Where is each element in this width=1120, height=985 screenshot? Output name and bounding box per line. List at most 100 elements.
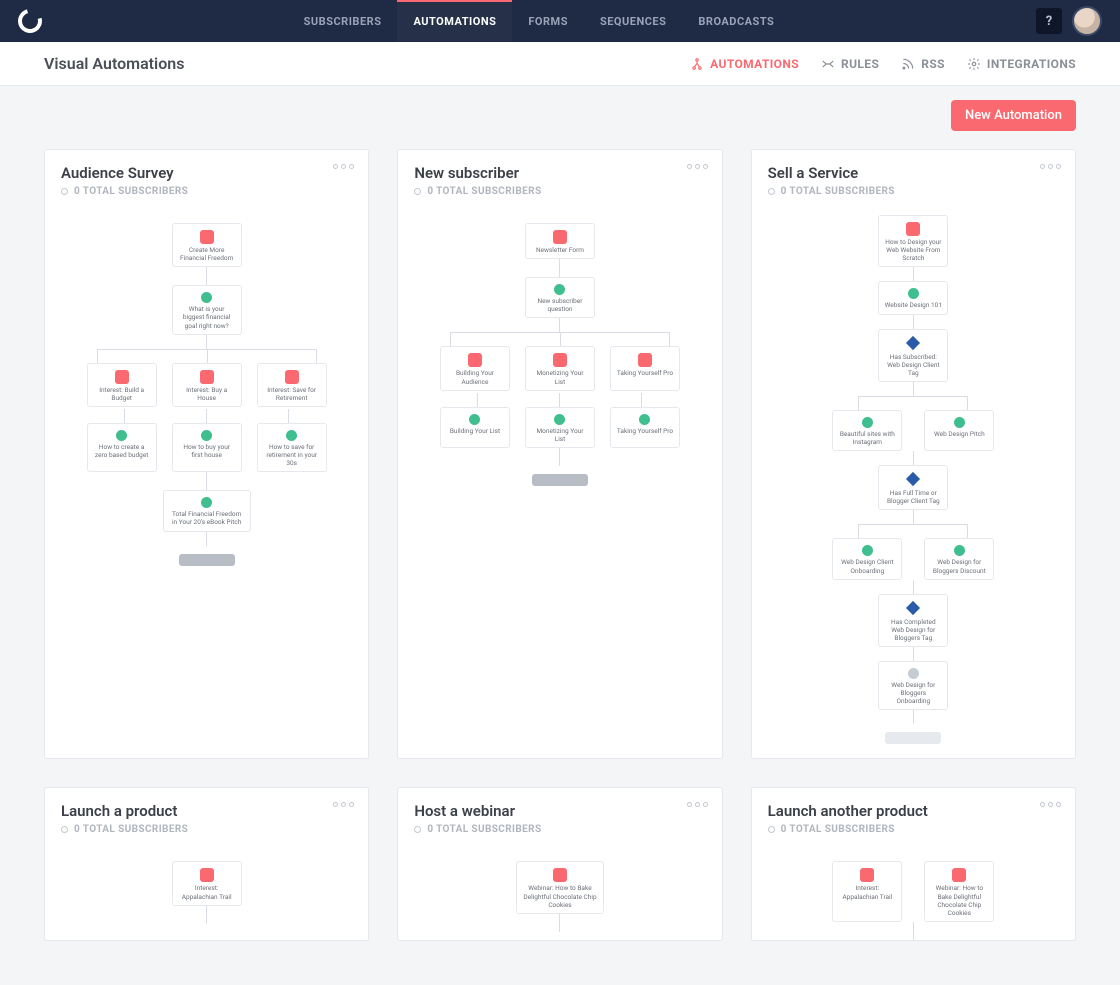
status-dot-icon [414, 188, 421, 195]
flow-node-sequence: Beautiful sites with Instagram [832, 410, 902, 451]
node-label: Web Design for Bloggers Onboarding [891, 681, 935, 705]
flow-node-event: What is your biggest financial goal righ… [172, 285, 242, 334]
flow-canvas: Newsletter Form New subscriber question … [398, 205, 721, 758]
avatar[interactable] [1072, 6, 1102, 36]
automation-grid: Audience Survey 0 TOTAL SUBSCRIBERS Crea… [0, 131, 1120, 985]
subtab-label: RSS [921, 57, 945, 71]
status-dot-icon [61, 188, 68, 195]
sequence-circle-icon [954, 545, 965, 556]
card-subscribers: 0 TOTAL SUBSCRIBERS [414, 186, 705, 197]
automation-card[interactable]: Launch a product 0 TOTAL SUBSCRIBERS Int… [44, 787, 369, 941]
card-sub-text: 0 TOTAL SUBSCRIBERS [427, 186, 541, 197]
subtabs: AUTOMATIONS RULES RSS INTEGRATIONS [690, 57, 1076, 71]
card-head: Launch another product 0 TOTAL SUBSCRIBE… [752, 788, 1075, 843]
node-label: Monetizing Your List [536, 427, 583, 443]
nav-right: ? [1036, 6, 1102, 36]
node-label: Create More Financial Freedom [180, 246, 233, 262]
event-circle-icon [554, 284, 565, 295]
nav-subscribers[interactable]: SUBSCRIBERS [288, 0, 398, 42]
flow-node-tag: Interest: Appalachian Trail [832, 861, 902, 922]
card-subscribers: 0 TOTAL SUBSCRIBERS [768, 186, 1059, 197]
nav-automations[interactable]: AUTOMATIONS [397, 0, 512, 41]
automation-card[interactable]: Host a webinar 0 TOTAL SUBSCRIBERS Webin… [397, 787, 722, 941]
subtab-label: RULES [841, 57, 879, 71]
subtab-integrations[interactable]: INTEGRATIONS [967, 57, 1076, 71]
tag-chip-icon [285, 370, 299, 384]
form-chip-icon [200, 230, 214, 244]
automation-card[interactable]: Sell a Service 0 TOTAL SUBSCRIBERS How t… [751, 149, 1076, 759]
flow-node-tag: Interest: Appalachian Trail [172, 861, 242, 905]
status-dot-icon [768, 826, 775, 833]
sequence-circle-icon [954, 417, 965, 428]
sequence-circle-icon [862, 545, 873, 556]
card-sub-text: 0 TOTAL SUBSCRIBERS [74, 824, 188, 835]
node-label: How to create a zero based budget [95, 443, 148, 459]
tag-chip-icon [553, 353, 567, 367]
flow-node-sequence: Building Your List [440, 407, 510, 448]
event-circle-icon [201, 292, 212, 303]
card-menu-icon[interactable] [687, 164, 708, 169]
node-label: Beautiful sites with Instagram [840, 430, 895, 446]
card-subscribers: 0 TOTAL SUBSCRIBERS [61, 824, 352, 835]
subtab-rules[interactable]: RULES [821, 57, 879, 71]
card-subscribers: 0 TOTAL SUBSCRIBERS [768, 824, 1059, 835]
card-title: New subscriber [414, 164, 705, 182]
sequence-circle-icon [469, 414, 480, 425]
subtab-rss[interactable]: RSS [901, 57, 945, 71]
subtab-automations[interactable]: AUTOMATIONS [690, 57, 799, 71]
flow-node-form: Webinar: How to Bake Delightful Chocolat… [924, 861, 994, 922]
nav-forms[interactable]: FORMS [512, 0, 584, 42]
flow-node-sequence: Taking Yourself Pro [610, 407, 680, 448]
sequence-circle-icon [116, 430, 127, 441]
automation-card[interactable]: Launch another product 0 TOTAL SUBSCRIBE… [751, 787, 1076, 941]
flow-node-condition: Has Full Time or Blogger Client Tag [878, 465, 948, 510]
node-label: Has Subscribed: Web Design Client Tag [887, 353, 939, 377]
card-menu-icon[interactable] [1040, 164, 1061, 169]
tag-chip-icon [468, 353, 482, 367]
card-menu-icon[interactable] [687, 802, 708, 807]
flow-node-sequence: Web Design Pitch [924, 410, 994, 451]
nav-sequences[interactable]: SEQUENCES [584, 0, 682, 42]
card-sub-text: 0 TOTAL SUBSCRIBERS [781, 824, 895, 835]
card-menu-icon[interactable] [333, 164, 354, 169]
tag-chip-icon [115, 370, 129, 384]
node-label: Total Financial Freedom in Your 20's eBo… [172, 510, 241, 526]
node-label: Website Design 101 [885, 301, 942, 309]
subtab-label: INTEGRATIONS [987, 57, 1076, 71]
flow-node-form: Create More Financial Freedom [172, 223, 242, 267]
flow-node-sequence: How to buy your first house [172, 423, 242, 472]
sequence-circle-icon [908, 668, 919, 679]
card-head: Audience Survey 0 TOTAL SUBSCRIBERS [45, 150, 368, 205]
card-head: New subscriber 0 TOTAL SUBSCRIBERS [398, 150, 721, 205]
flow-node-form: Newsletter Form [525, 223, 595, 259]
automation-card[interactable]: New subscriber 0 TOTAL SUBSCRIBERS Newsl… [397, 149, 722, 759]
automation-card[interactable]: Audience Survey 0 TOTAL SUBSCRIBERS Crea… [44, 149, 369, 759]
flow-node-condition: Has Subscribed: Web Design Client Tag [878, 329, 948, 382]
node-label: Building Your Audience [456, 369, 494, 385]
rules-icon [821, 57, 835, 71]
condition-diamond-icon [906, 472, 920, 486]
card-title: Launch a product [61, 802, 352, 820]
card-sub-text: 0 TOTAL SUBSCRIBERS [781, 186, 895, 197]
card-head: Launch a product 0 TOTAL SUBSCRIBERS [45, 788, 368, 843]
flow-node-sequence: Website Design 101 [878, 281, 948, 314]
new-automation-button[interactable]: New Automation [951, 100, 1076, 131]
flow-node-condition: Has Completed Web Design for Bloggers Ta… [878, 594, 948, 647]
help-button[interactable]: ? [1036, 8, 1062, 34]
sequence-circle-icon [286, 430, 297, 441]
flow-node-tag: Monetizing Your List [525, 346, 595, 390]
status-dot-icon [61, 826, 68, 833]
nav-broadcasts[interactable]: BROADCASTS [682, 0, 790, 42]
node-label: Newsletter Form [536, 246, 584, 254]
flow-endcap [179, 554, 235, 566]
card-menu-icon[interactable] [1040, 802, 1061, 807]
tag-chip-icon [638, 353, 652, 367]
flow-node-sequence: Monetizing Your List [525, 407, 595, 448]
flow-node-form: How to Design your Web Website From Scra… [878, 215, 948, 267]
node-label: Taking Yourself Pro [617, 369, 673, 377]
flow-canvas: How to Design your Web Website From Scra… [752, 205, 1075, 758]
integrations-icon [967, 57, 981, 71]
rss-icon [901, 57, 915, 71]
card-menu-icon[interactable] [333, 802, 354, 807]
node-label: How to save for retirement in your 30s [266, 443, 317, 467]
